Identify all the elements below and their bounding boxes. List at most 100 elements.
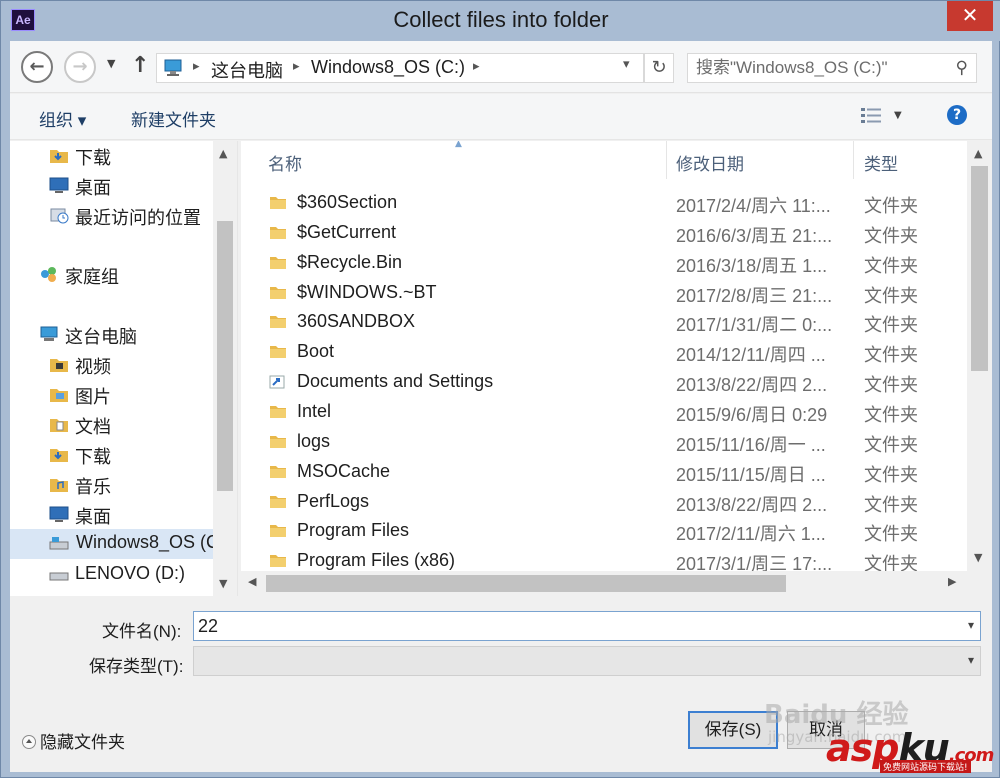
view-dropdown-icon[interactable]: ▼	[894, 110, 902, 121]
file-type: 文件夹	[864, 404, 918, 425]
vertical-scrollbar[interactable]: ▲ ▼	[967, 141, 992, 571]
filename-input[interactable]	[194, 612, 954, 640]
breadcrumb-chevron-icon[interactable]: ▸	[473, 59, 480, 74]
scroll-up-icon[interactable]: ▲	[974, 147, 982, 160]
file-type: 文件夹	[864, 345, 918, 366]
file-name: Program Files	[297, 520, 410, 541]
filename-combobox[interactable]: ▾	[193, 611, 981, 641]
nav-item-desktop-2[interactable]: 桌面	[49, 501, 213, 529]
nav-item-drive-c[interactable]: Windows8_OS (C:)	[10, 529, 213, 559]
refresh-button[interactable]: ↻	[644, 53, 674, 83]
back-button[interactable]: ←	[21, 51, 53, 83]
file-row[interactable]: $WINDOWS.~BT 2017/2/8/周三 21:... 文件夹	[241, 278, 966, 308]
forward-button[interactable]: →	[64, 51, 96, 83]
file-date: 2017/2/11/周六 1...	[676, 524, 826, 545]
folder-icon	[270, 226, 286, 239]
file-row[interactable]: Boot 2014/12/11/周四 ... 文件夹	[241, 337, 966, 367]
file-date: 2016/3/18/周五 1...	[676, 255, 828, 276]
search-icon[interactable]: ⚲	[956, 58, 968, 78]
nav-item-music[interactable]: 音乐	[49, 471, 213, 499]
search-input[interactable]	[688, 54, 943, 82]
file-name: PerfLogs	[297, 490, 370, 511]
horizontal-scrollbar[interactable]: ◀ ▶	[241, 571, 967, 596]
file-list[interactable]: ▲ 名称 修改日期 类型 $360Section 2017/2/4/周六 11:.…	[241, 141, 992, 596]
close-button[interactable]: ✕	[947, 1, 993, 31]
new-folder-button[interactable]: 新建文件夹	[131, 106, 216, 131]
nav-item-label: 图片	[75, 387, 111, 407]
nav-item-label: 文档	[75, 417, 111, 437]
nav-item-drive-d[interactable]: LENOVO (D:)	[49, 561, 213, 589]
folder-icon	[270, 197, 286, 209]
column-header-label: 名称	[268, 155, 302, 174]
file-row[interactable]: Program Files 2017/2/11/周六 1... 文件夹	[241, 516, 966, 546]
scrollbar-thumb[interactable]	[971, 166, 988, 371]
navigation-scrollbar[interactable]: ▲ ▼	[213, 141, 237, 596]
nav-item-pictures[interactable]: 图片	[49, 381, 213, 409]
scroll-down-icon[interactable]: ▼	[219, 577, 227, 590]
folder-icon	[270, 525, 286, 538]
nav-item-label: 音乐	[75, 477, 111, 497]
organize-menu-button[interactable]: 组织 ▾	[39, 106, 86, 131]
title-bar[interactable]: Ae Collect files into folder ✕	[1, 1, 1000, 41]
help-icon[interactable]: ?	[947, 105, 967, 125]
file-name: $GetCurrent	[297, 221, 397, 242]
drive-icon	[49, 572, 69, 581]
address-history-dropdown-icon[interactable]: ▾	[623, 57, 630, 72]
nav-item-downloads[interactable]: 下载	[49, 142, 213, 170]
filetype-select[interactable]: ▾	[193, 646, 981, 676]
file-row[interactable]: Documents and Settings 2013/8/22/周四 2... 文…	[241, 367, 966, 397]
file-row[interactable]: $Recycle.Bin 2016/3/18/周五 1... 文件夹	[241, 248, 966, 278]
nav-item-desktop[interactable]: 桌面	[49, 172, 213, 200]
file-row[interactable]: 360SANDBOX 2017/1/31/周二 0:... 文件夹	[241, 307, 966, 337]
file-row[interactable]: $360Section 2017/2/4/周六 11:... 文件夹	[241, 188, 966, 218]
breadcrumb-drive-c[interactable]: Windows8_OS (C:)	[311, 57, 465, 78]
search-box[interactable]: ⚲	[687, 53, 977, 83]
scrollbar-thumb[interactable]	[217, 221, 233, 491]
breadcrumb-chevron-icon[interactable]: ▸	[293, 59, 300, 74]
file-date: 2015/11/16/周一 ...	[676, 434, 826, 455]
recent-locations-dropdown[interactable]: ▼	[107, 57, 115, 70]
dialog-client-area: ← → ▼ ↑ ▸ 这台电脑 ▸ Windows8_OS (C:) ▸ ▾ ↻ …	[10, 41, 992, 772]
file-row[interactable]: PerfLogs 2013/8/22/周四 2... 文件夹	[241, 487, 966, 517]
view-options-icon[interactable]	[860, 107, 882, 125]
nav-item-homegroup[interactable]: 家庭组	[39, 261, 213, 289]
command-bar: 组织 ▾ 新建文件夹 ▼ ?	[10, 94, 992, 140]
nav-item-label: 下载	[75, 447, 111, 467]
nav-item-documents[interactable]: 文档	[49, 411, 213, 439]
scroll-right-icon[interactable]: ▶	[948, 575, 956, 588]
nav-item-downloads-2[interactable]: 下载	[49, 441, 213, 469]
folder-icon	[270, 405, 286, 418]
scroll-down-icon[interactable]: ▼	[974, 551, 982, 564]
folder-icon	[270, 316, 286, 329]
chevron-down-icon[interactable]: ▾	[968, 653, 974, 667]
file-row[interactable]: $GetCurrent 2016/6/3/周五 21:... 文件夹	[241, 218, 966, 248]
chevron-down-icon[interactable]: ▾	[968, 618, 974, 632]
scrollbar-thumb[interactable]	[266, 575, 786, 592]
navigation-pane[interactable]: 下载 桌面 最近访问的位置 家庭组 这台电脑 视频 图片 文档 下载 音乐 桌面…	[10, 141, 238, 596]
nav-item-videos[interactable]: 视频	[49, 351, 213, 379]
videos-folder-icon	[50, 359, 68, 372]
nav-item-recent-places[interactable]: 最近访问的位置	[49, 202, 213, 230]
column-header-type[interactable]: 类型	[854, 141, 964, 181]
folder-icon	[270, 435, 286, 448]
hide-folders-toggle[interactable]: 隐藏文件夹	[22, 728, 125, 753]
file-name: Documents and Settings	[297, 371, 494, 392]
address-bar[interactable]: ▸ 这台电脑 ▸ Windows8_OS (C:) ▸ ▾	[156, 53, 644, 83]
file-row[interactable]: Intel 2015/9/6/周日 0:29 文件夹	[241, 397, 966, 427]
scroll-up-icon[interactable]: ▲	[219, 147, 227, 160]
column-header-date[interactable]: 修改日期	[667, 141, 853, 181]
breadcrumb-chevron-icon[interactable]: ▸	[193, 59, 200, 74]
file-date: 2013/8/22/周四 2...	[676, 375, 828, 396]
nav-item-this-pc[interactable]: 这台电脑	[39, 321, 213, 349]
file-row[interactable]: logs 2015/11/16/周一 ... 文件夹	[241, 427, 966, 457]
column-header-name[interactable]: 名称	[241, 141, 666, 181]
file-row[interactable]: MSOCache 2015/11/15/周日 ... 文件夹	[241, 457, 966, 487]
file-date: 2017/2/8/周三 21:...	[676, 285, 833, 306]
file-name: Boot	[297, 341, 335, 362]
file-type: 文件夹	[864, 434, 918, 455]
up-one-level-button[interactable]: ↑	[131, 53, 149, 78]
breadcrumb-this-pc[interactable]: 这台电脑	[211, 57, 283, 83]
scroll-left-icon[interactable]: ◀	[248, 575, 256, 588]
forward-arrow-icon: →	[72, 56, 88, 77]
file-date: 2017/2/4/周六 11:...	[676, 196, 831, 216]
